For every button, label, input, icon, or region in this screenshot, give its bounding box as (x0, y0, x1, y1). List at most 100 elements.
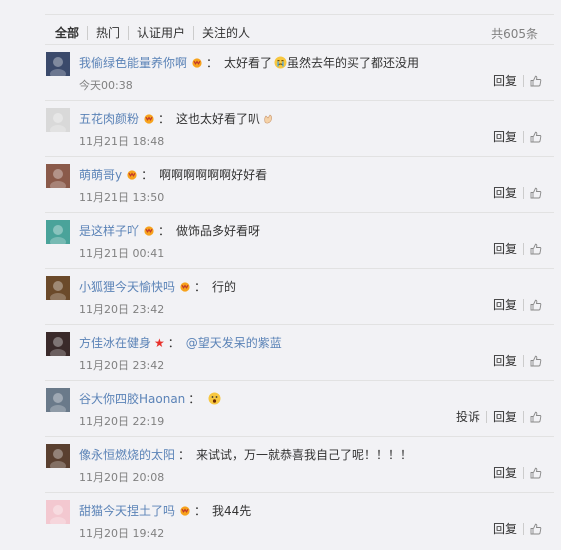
username-link[interactable]: 萌萌哥y (79, 166, 122, 183)
reply-button[interactable]: 回复 (487, 131, 523, 143)
comment-timestamp: 11月21日 13:50 (79, 191, 165, 204)
mention-link[interactable]: @望天发呆的紫蓝 (186, 334, 282, 351)
tab-all[interactable]: 全部 (55, 26, 87, 40)
tab-hot[interactable]: 热门 (87, 26, 128, 40)
comment-content: 谷大你四胶Haonan： (79, 390, 221, 407)
comment-count: 共605条 (491, 27, 538, 41)
avatar[interactable] (46, 220, 70, 244)
comment-text: 我44先 (212, 504, 252, 518)
comment-text: 太好看了 (224, 56, 273, 70)
comment-timestamp: 11月20日 23:42 (79, 303, 165, 316)
comment-row: 萌萌哥y ： 啊啊啊啊啊啊好好看 11月21日 13:50 回复 (45, 156, 554, 212)
comment-actions: 回复 (487, 75, 542, 87)
comment-actions: 回复 (487, 523, 542, 535)
username-link[interactable]: 我偷绿色能量养你啊 (79, 54, 187, 71)
thumbs-up-icon[interactable] (523, 467, 542, 479)
comment-text: 行的 (212, 280, 237, 294)
comment-timestamp: 11月20日 22:19 (79, 415, 165, 428)
comment-actions: 投诉 回复 (450, 411, 542, 423)
comment-row: 我偷绿色能量养你啊 ： 太好看了 虽然去年的买了都还没用今天00:38 回复 (45, 44, 554, 100)
avatar[interactable] (46, 276, 70, 300)
avatar[interactable] (46, 108, 70, 132)
report-button[interactable]: 投诉 (450, 411, 486, 423)
username-link[interactable]: 小狐狸今天愉快吗 (79, 278, 175, 295)
username-link[interactable]: 五花肉颜粉 (79, 110, 139, 127)
reply-button[interactable]: 回复 (487, 467, 523, 479)
thumbs-up-icon[interactable] (523, 131, 542, 143)
comment-actions: 回复 (487, 243, 542, 255)
comment-row: 像永恒燃烧的太阳： 来试试，万一就恭喜我自己了呢！！！！ 11月20日 20:08 回… (45, 436, 554, 492)
separator-colon: ： (206, 56, 219, 70)
comment-content: 是这样子吖 ： 做饰品多好看呀 (79, 222, 260, 239)
comment-text: 这也太好看了叭 (176, 112, 261, 126)
comment-actions: 回复 (487, 187, 542, 199)
vip-badge-icon (143, 113, 155, 124)
comment-row: 甜猫今天捏土了吗 ： 我44先 11月20日 19:42 回复 (45, 492, 554, 548)
reply-button[interactable]: 回复 (487, 523, 523, 535)
avatar[interactable] (46, 388, 70, 412)
thumbs-up-icon[interactable] (523, 75, 542, 87)
comment-content: 甜猫今天捏土了吗 ： 我44先 (79, 502, 251, 519)
comment-actions: 回复 (487, 131, 542, 143)
tab-verified-users[interactable]: 认证用户 (128, 26, 193, 40)
separator-colon: ： (158, 224, 171, 238)
comment-timestamp: 11月20日 20:08 (79, 471, 165, 484)
comment-row: 方佳冰在健身 ★： @望天发呆的紫蓝 11月20日 23:42 回复 (45, 324, 554, 380)
vip-badge-icon (179, 281, 191, 292)
comment-timestamp: 11月20日 23:42 (79, 359, 165, 372)
avatar[interactable] (46, 444, 70, 468)
comment-list: 我偷绿色能量养你啊：太好看了 虽然去年的买了都还没用 今天00:38 回复 五花肉颜粉：… (38, 44, 554, 548)
thumbs-up-icon[interactable] (523, 523, 542, 535)
comment-timestamp: 11月21日 00:41 (79, 247, 165, 260)
username-link[interactable]: 像永恒燃烧的太阳 (79, 446, 175, 463)
thumbs-up-icon[interactable] (523, 299, 542, 311)
reply-button[interactable]: 回复 (487, 75, 523, 87)
divider (45, 14, 554, 15)
separator-colon: ： (194, 280, 207, 294)
reply-button[interactable]: 回复 (487, 187, 523, 199)
tab-following[interactable]: 关注的人 (193, 26, 258, 40)
comment-content: 萌萌哥y ： 啊啊啊啊啊啊好好看 (79, 166, 267, 183)
separator-colon: ： (178, 448, 191, 462)
separator-colon: ： (194, 504, 207, 518)
comments-panel: 全部 热门 认证用户 关注的人 共605条 我偷绿色能量养你啊 ： 太好看了 虽然去年… (38, 0, 554, 550)
separator-colon: ： (188, 392, 201, 406)
separator-colon: ： (158, 112, 171, 126)
avatar[interactable] (46, 164, 70, 188)
star-badge-icon: ★ (154, 335, 165, 350)
comment-content: 五花肉颜粉 ： 这也太好看了叭 (79, 110, 275, 127)
reply-button[interactable]: 回复 (487, 355, 523, 367)
comment-row: 五花肉颜粉 ： 这也太好看了叭 11月21日 18:48 回复 (45, 100, 554, 156)
vip-badge-icon (179, 505, 191, 516)
comment-timestamp: 今天00:38 (79, 79, 133, 92)
comment-content: 方佳冰在健身 ★： @望天发呆的紫蓝 (79, 334, 282, 351)
comment-content: 我偷绿色能量养你啊 ： 太好看了 虽然去年的买了都还没用 (79, 54, 419, 71)
comment-actions: 回复 (487, 467, 542, 479)
comment-row: 是这样子吖 ： 做饰品多好看呀 11月21日 00:41 回复 (45, 212, 554, 268)
comment-row: 谷大你四胶Haonan： 11月20日 22:19 投诉 回复 (45, 380, 554, 436)
avatar[interactable] (46, 332, 70, 356)
reply-button[interactable]: 回复 (487, 299, 523, 311)
reply-button[interactable]: 回复 (487, 243, 523, 255)
crying-face-icon (274, 56, 287, 69)
username-link[interactable]: 方佳冰在健身 (79, 334, 151, 351)
username-link[interactable]: 谷大你四胶Haonan (79, 390, 185, 407)
thumbs-up-icon[interactable] (523, 243, 542, 255)
reply-button[interactable]: 回复 (485, 411, 523, 423)
comment-text-continued: 虽然去年的买了都还没用 (287, 56, 420, 70)
username-link[interactable]: 是这样子吖 (79, 222, 139, 239)
separator-colon: ： (141, 168, 154, 182)
comment-text: 做饰品多好看呀 (176, 224, 261, 238)
thumbs-up-icon[interactable] (523, 187, 542, 199)
avatar[interactable] (46, 52, 70, 76)
comment-content: 像永恒燃烧的太阳： 来试试，万一就恭喜我自己了呢！！！！ (79, 446, 412, 463)
thumbs-up-icon[interactable] (523, 411, 542, 423)
vip-badge-icon (143, 225, 155, 236)
avatar[interactable] (46, 500, 70, 524)
thumbs-up-icon[interactable] (523, 355, 542, 367)
vip-badge-icon (191, 57, 203, 68)
separator-colon: ： (167, 336, 180, 350)
comment-timestamp: 11月20日 19:42 (79, 527, 165, 540)
username-link[interactable]: 甜猫今天捏土了吗 (79, 502, 175, 519)
comment-actions: 回复 (487, 299, 542, 311)
